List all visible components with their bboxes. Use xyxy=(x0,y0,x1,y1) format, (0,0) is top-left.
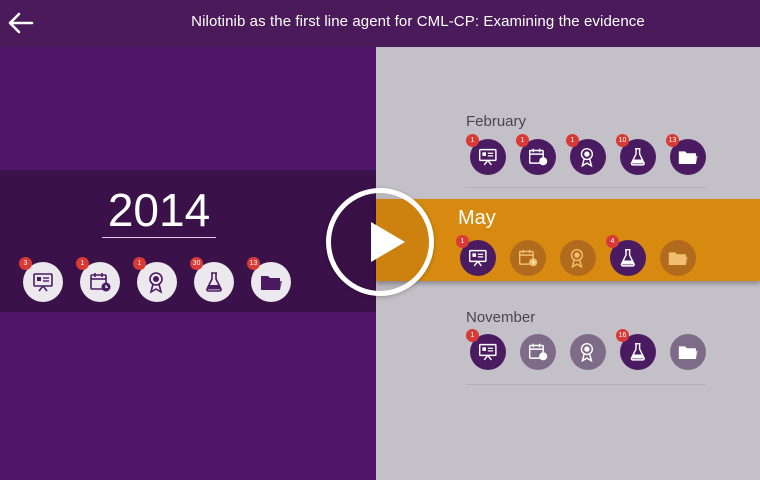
count-badge: 30 xyxy=(190,257,203,270)
month-panel: February 1 1 1 10 13 May 14 November 1 16 xyxy=(376,47,760,480)
presentation-button[interactable]: 3 xyxy=(19,257,63,302)
play-icon xyxy=(371,222,405,262)
flask-icon xyxy=(627,341,649,363)
flask-icon xyxy=(202,270,226,294)
presentation-icon xyxy=(467,247,489,269)
award-icon xyxy=(567,247,589,269)
count-badge: 4 xyxy=(606,235,619,248)
presentation-icon xyxy=(477,146,499,168)
count-badge: 1 xyxy=(516,134,529,147)
divider xyxy=(466,384,706,385)
year-icon-row: 3 1 1 30 13 xyxy=(19,257,308,302)
page-title: Nilotinib as the first line agent for CM… xyxy=(191,13,645,30)
count-badge: 1 xyxy=(566,134,579,147)
calendar-icon xyxy=(527,341,549,363)
presentation-button[interactable]: 1 xyxy=(456,235,496,276)
presentation-button[interactable]: 1 xyxy=(466,134,506,175)
count-badge: 1 xyxy=(466,134,479,147)
calendar-icon xyxy=(517,247,539,269)
count-badge: 13 xyxy=(247,257,260,270)
play-button[interactable] xyxy=(326,188,434,296)
count-badge: 1 xyxy=(466,329,479,342)
calendar-button[interactable]: 1 xyxy=(516,134,556,175)
award-button[interactable] xyxy=(560,240,596,276)
divider xyxy=(466,187,706,188)
award-icon xyxy=(577,341,599,363)
header-bar: Nilotinib as the first line agent for CM… xyxy=(0,0,760,47)
flask-button[interactable]: 4 xyxy=(606,235,646,276)
year-band[interactable]: 2014 3 1 1 30 13 xyxy=(0,170,376,312)
folder-icon xyxy=(667,247,689,269)
award-icon xyxy=(145,270,169,294)
count-badge: 1 xyxy=(456,235,469,248)
count-badge: 1 xyxy=(76,257,89,270)
folder-button[interactable]: 13 xyxy=(666,134,706,175)
calendar-button[interactable] xyxy=(520,334,556,370)
month-label-may: May xyxy=(458,207,496,229)
folder-icon xyxy=(677,146,699,168)
month-icon-row-november: 1 16 xyxy=(466,329,720,370)
flask-icon xyxy=(617,247,639,269)
year-panel: 2014 3 1 1 30 13 xyxy=(0,47,376,480)
month-icon-row-february: 1 1 1 10 13 xyxy=(466,134,720,175)
calendar-button[interactable]: 1 xyxy=(76,257,120,302)
calendar-button[interactable] xyxy=(510,240,546,276)
count-badge: 16 xyxy=(616,329,629,342)
folder-button[interactable] xyxy=(660,240,696,276)
folder-icon xyxy=(259,270,283,294)
month-label-november[interactable]: November xyxy=(466,309,535,326)
flask-button[interactable]: 10 xyxy=(616,134,656,175)
month-label-february[interactable]: February xyxy=(466,113,526,130)
calendar-icon xyxy=(527,146,549,168)
award-button[interactable]: 1 xyxy=(133,257,177,302)
count-badge: 13 xyxy=(666,134,679,147)
award-button[interactable]: 1 xyxy=(566,134,606,175)
calendar-icon xyxy=(88,270,112,294)
folder-button[interactable]: 13 xyxy=(247,257,291,302)
award-icon xyxy=(577,146,599,168)
year-label: 2014 xyxy=(102,182,216,238)
flask-button[interactable]: 16 xyxy=(616,329,656,370)
count-badge: 1 xyxy=(133,257,146,270)
presentation-icon xyxy=(477,341,499,363)
flask-button[interactable]: 30 xyxy=(190,257,234,302)
presentation-button[interactable]: 1 xyxy=(466,329,506,370)
flask-icon xyxy=(627,146,649,168)
folder-button[interactable] xyxy=(670,334,706,370)
award-button[interactable] xyxy=(570,334,606,370)
month-icon-row-may: 14 xyxy=(456,235,710,276)
count-badge: 3 xyxy=(19,257,32,270)
folder-icon xyxy=(677,341,699,363)
presentation-icon xyxy=(31,270,55,294)
count-badge: 10 xyxy=(616,134,629,147)
